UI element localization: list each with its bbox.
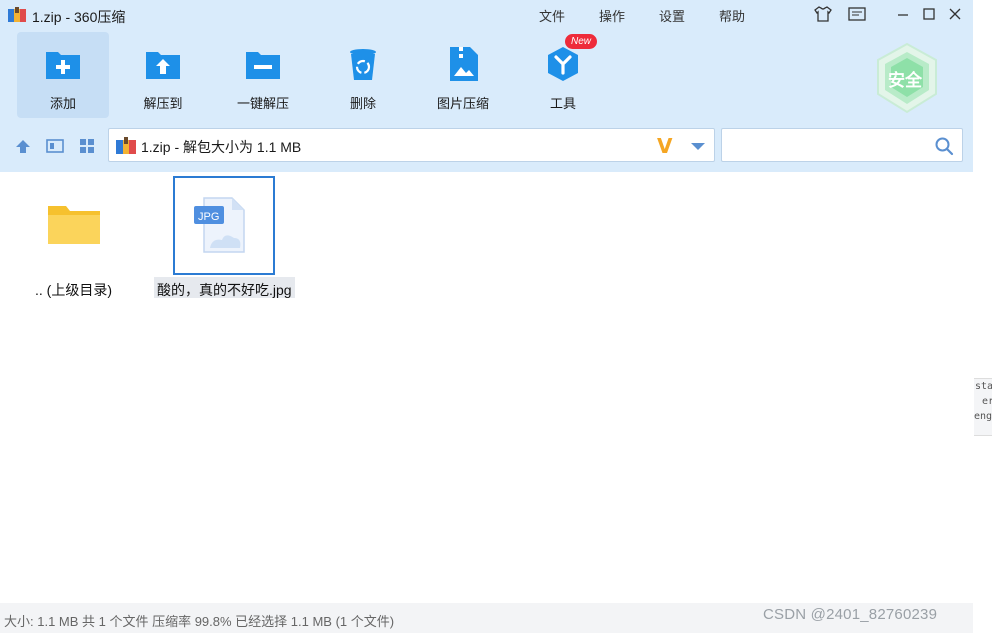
toolbar: 添加 解压到 一键解压 删除 图片压缩 工具 [0, 30, 973, 122]
feedback-icon[interactable] [846, 4, 868, 24]
close-icon[interactable] [944, 4, 966, 24]
image-compress-label: 图片压缩 [436, 96, 489, 111]
window-title: 1.zip - 360压缩 [32, 9, 126, 25]
background-window-edge: sta er eng [974, 378, 992, 436]
jpg-file-label[interactable]: 酸的，真的不好吃.jpg [157, 280, 292, 300]
title-bar: 1.zip - 360压缩 文件 操作 设置 帮助 [0, 0, 973, 30]
edge-line-2: er [982, 396, 992, 407]
app-window: 1.zip - 360压缩 文件 操作 设置 帮助 添加 解压到 一键解压 删除… [0, 0, 973, 633]
one-click-extract-icon [246, 52, 280, 79]
add-label: 添加 [49, 96, 76, 111]
thumbnail-view-icon[interactable] [77, 136, 97, 156]
image-compress-icon [450, 47, 478, 81]
skin-shirt-icon[interactable] [812, 4, 834, 24]
delete-icon [350, 49, 376, 80]
parent-folder-label[interactable]: .. (上级目录) [35, 280, 112, 300]
maximize-icon[interactable] [918, 4, 940, 24]
extract-to-label: 解压到 [143, 96, 183, 111]
chevron-down-icon[interactable] [691, 143, 705, 150]
add-icon [46, 52, 80, 79]
address-bar[interactable]: 1.zip - 解包大小为 1.1 MB V [108, 128, 715, 162]
one-click-extract-button[interactable]: 一键解压 [217, 32, 309, 118]
jpg-file-icon[interactable] [192, 196, 248, 254]
edge-line-1: sta [975, 381, 992, 392]
search-input[interactable] [721, 128, 963, 162]
image-compress-button[interactable]: 图片压缩 [417, 32, 509, 118]
tools-icon [548, 47, 578, 81]
archive-app-icon [8, 7, 26, 22]
csdn-watermark: CSDN @2401_82760239 [763, 606, 938, 623]
safe-label: 安全 [888, 71, 922, 90]
file-list-area [0, 172, 973, 603]
edge-line-3: eng [974, 411, 992, 422]
tools-label: 工具 [549, 96, 576, 111]
delete-button[interactable]: 删除 [317, 32, 409, 118]
add-button[interactable]: 添加 [17, 32, 109, 118]
menu-help[interactable]: 帮助 [719, 6, 745, 25]
vip-v-icon[interactable]: V [657, 136, 672, 156]
zip-file-icon [116, 137, 136, 154]
menu-file[interactable]: 文件 [539, 6, 565, 25]
folder-icon[interactable] [46, 202, 102, 246]
details-view-icon[interactable] [45, 136, 65, 156]
menu-settings[interactable]: 设置 [659, 6, 685, 25]
search-icon[interactable] [934, 136, 954, 156]
status-text: 大小: 1.1 MB 共 1 个文件 压缩率 99.8% 已经选择 1.1 MB… [4, 614, 395, 629]
extract-to-icon [146, 52, 180, 79]
address-row: 1.zip - 解包大小为 1.1 MB V [0, 122, 973, 172]
up-level-icon[interactable] [13, 136, 33, 156]
address-path: 1.zip - 解包大小为 1.1 MB [141, 139, 302, 155]
extract-to-button[interactable]: 解压到 [117, 32, 209, 118]
one-click-extract-label: 一键解压 [236, 96, 289, 111]
jpg-badge-label: JPG [198, 211, 220, 223]
minimize-icon[interactable] [892, 4, 914, 24]
new-badge: New [565, 34, 597, 49]
security-shield-icon[interactable]: 安全 [874, 42, 940, 114]
delete-label: 删除 [349, 96, 376, 111]
menu-operate[interactable]: 操作 [599, 6, 625, 25]
